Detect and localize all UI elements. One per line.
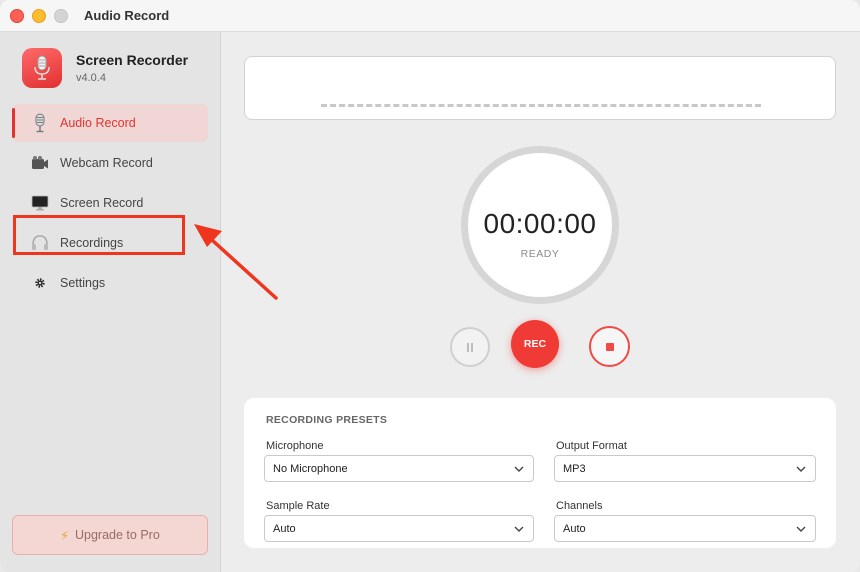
lightning-icon: ⚡ [60, 528, 69, 543]
sidebar-item-screen-record[interactable]: Screen Record [12, 184, 208, 222]
pause-button[interactable] [450, 327, 490, 367]
timer-ring: 00:00:00 READY [461, 146, 619, 304]
channels-label: Channels [556, 500, 603, 512]
microphone-select-value: No Microphone [273, 462, 348, 475]
sidebar-item-recordings[interactable]: Recordings [12, 224, 208, 262]
channels-select[interactable]: Auto [554, 515, 816, 542]
webcam-icon [30, 153, 50, 173]
sidebar-item-label: Settings [60, 276, 106, 290]
sidebar-item-webcam-record[interactable]: Webcam Record [12, 144, 208, 182]
minimize-window-button[interactable] [32, 9, 46, 23]
chevron-down-icon [796, 526, 806, 532]
app-version: v4.0.4 [76, 72, 106, 84]
recording-presets-panel: RECORDING PRESETS Microphone No Micropho… [244, 398, 836, 548]
window-title: Audio Record [84, 8, 170, 23]
sidebar-item-audio-record[interactable]: Audio Record [12, 104, 208, 142]
sidebar-item-label: Webcam Record [60, 156, 153, 170]
output-format-select[interactable]: MP3 [554, 455, 816, 482]
app-logo-icon [22, 48, 62, 88]
stop-icon [605, 342, 614, 351]
sample-rate-select[interactable]: Auto [264, 515, 534, 542]
close-window-button[interactable] [10, 9, 24, 23]
microphone-select[interactable]: No Microphone [264, 455, 534, 482]
microphone-label: Microphone [266, 440, 324, 452]
microphone-icon [30, 113, 50, 133]
upgrade-to-pro-button[interactable]: ⚡ Upgrade to Pro [12, 515, 208, 555]
main-panel: 00:00:00 READY REC RECORDING PRESETS Mic… [222, 32, 860, 572]
waveform-baseline [321, 104, 761, 107]
record-button[interactable]: REC [511, 320, 559, 368]
chevron-down-icon [514, 466, 524, 472]
channels-select-value: Auto [563, 522, 586, 535]
gear-icon [30, 273, 50, 293]
timer-display: 00:00:00 [483, 208, 597, 239]
presets-title: RECORDING PRESETS [266, 414, 388, 426]
record-button-label: REC [523, 338, 547, 350]
headphones-icon [30, 233, 50, 253]
sidebar-item-label: Audio Record [60, 116, 136, 130]
chevron-down-icon [514, 526, 524, 532]
pause-icon [467, 342, 473, 352]
upgrade-label: Upgrade to Pro [75, 528, 160, 542]
sidebar-item-label: Screen Record [60, 196, 144, 210]
waveform-display [244, 56, 836, 120]
sidebar-item-settings[interactable]: Settings [12, 264, 208, 302]
title-bar: Audio Record [0, 0, 860, 32]
zoom-window-button[interactable] [54, 9, 68, 23]
sample-rate-label: Sample Rate [266, 500, 330, 512]
app-window: Audio Record Screen Recorder v4.0.4 Audi… [0, 0, 860, 572]
sidebar: Screen Recorder v4.0.4 Audio Record Webc… [0, 32, 221, 572]
sample-rate-select-value: Auto [273, 522, 296, 535]
chevron-down-icon [796, 466, 806, 472]
app-name: Screen Recorder [76, 52, 189, 68]
stop-button[interactable] [589, 326, 630, 367]
output-format-label: Output Format [556, 440, 627, 452]
monitor-icon [30, 193, 50, 213]
output-format-select-value: MP3 [563, 462, 586, 475]
sidebar-item-label: Recordings [60, 236, 124, 250]
timer-status: READY [520, 248, 560, 260]
